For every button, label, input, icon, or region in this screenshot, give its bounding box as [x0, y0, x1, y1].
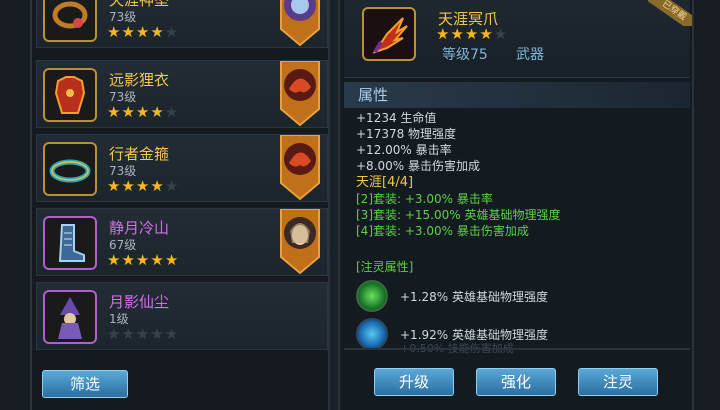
- star-icon: ★: [135, 251, 150, 269]
- attribute-line: +8.00% 暴击伤害加成: [356, 159, 480, 173]
- upgrade-button[interactable]: 升级: [374, 368, 454, 396]
- star-icon: ★: [121, 251, 135, 269]
- infuse-section-title: [注灵属性]: [356, 260, 414, 274]
- star-icon: ★: [107, 23, 121, 41]
- circlet-icon: [43, 142, 97, 196]
- star-empty-icon: ★: [150, 325, 164, 343]
- item-name: 静月冷山: [109, 219, 170, 237]
- star-icon: ★: [464, 25, 479, 43]
- star-icon: ★: [150, 251, 164, 269]
- set-bonus-line: [3]套装: +15.00% 英雄基础物理强度: [356, 208, 561, 222]
- attribute-line: +1234 生命值: [356, 111, 437, 125]
- item-stars: ★ ★ ★ ★ ★: [107, 104, 178, 120]
- equipment-type: 武器: [516, 47, 544, 63]
- filter-button[interactable]: 筛选: [42, 370, 128, 398]
- star-icon: ★: [107, 177, 121, 195]
- equipment-detail-panel: 天涯冥爪 ★ ★ ★ ★ ★ 等级75 武器 已穿戴 属性 +1234 生命值 +173…: [338, 0, 694, 410]
- star-icon: ★: [107, 251, 121, 269]
- star-icon: ★: [479, 25, 493, 43]
- equipped-ribbon: 已穿戴: [648, 0, 692, 26]
- red-beast-badge: [277, 134, 323, 201]
- star-icon: ★: [164, 251, 179, 269]
- purple-orb-badge: [277, 0, 323, 47]
- star-empty-icon: ★: [493, 25, 508, 43]
- star-icon: ★: [121, 177, 135, 195]
- star-empty-icon: ★: [164, 103, 179, 121]
- star-icon: ★: [107, 103, 121, 121]
- inventory-item[interactable]: 天涯神坠 73级 ★ ★ ★ ★ ★: [36, 0, 328, 48]
- inventory-item[interactable]: 静月冷山 67级 ★ ★ ★ ★ ★: [36, 208, 328, 276]
- equipment-level: 等级75: [442, 47, 488, 63]
- item-name: 远影狸衣: [109, 71, 170, 89]
- item-stars: ★ ★ ★ ★ ★: [107, 252, 178, 268]
- equipped-ribbon-label: 已穿戴: [648, 0, 692, 26]
- star-icon: ★: [121, 103, 135, 121]
- star-icon: ★: [135, 103, 150, 121]
- inventory-item[interactable]: 远影狸衣 73级 ★ ★ ★ ★ ★: [36, 60, 328, 128]
- boots-icon: [43, 216, 97, 270]
- star-icon: ★: [436, 25, 450, 43]
- infuse-button[interactable]: 注灵: [578, 368, 658, 396]
- item-stars: ★ ★ ★ ★ ★: [107, 326, 178, 342]
- star-empty-icon: ★: [164, 325, 179, 343]
- hero-portrait-badge: [277, 208, 323, 275]
- star-empty-icon: ★: [121, 325, 135, 343]
- star-icon: ★: [450, 25, 464, 43]
- item-stars: ★ ★ ★ ★ ★: [107, 178, 178, 194]
- star-icon: ★: [150, 177, 164, 195]
- equipment-stars: ★ ★ ★ ★ ★: [436, 26, 507, 42]
- set-bonus-line: [2]套装: +3.00% 暴击率: [356, 192, 493, 206]
- star-icon: ★: [121, 23, 135, 41]
- claw-weapon-icon: [362, 7, 416, 61]
- green-swirl-icon: [356, 280, 388, 312]
- infusion-text: +1.28% 英雄基础物理强度: [400, 290, 548, 304]
- star-empty-icon: ★: [164, 23, 179, 41]
- blue-swirl-icon: [356, 318, 388, 350]
- item-stars: ★ ★ ★ ★ ★: [107, 24, 178, 40]
- attributes-section-title: 属性: [344, 82, 690, 108]
- necklace-icon: [43, 0, 97, 42]
- inventory-item[interactable]: 行者金箍 73级 ★ ★ ★ ★ ★: [36, 134, 328, 202]
- game-screen: 天涯神坠 73级 ★ ★ ★ ★ ★ 远影狸衣 73级 ★ ★ ★ ★ ★ 行者…: [0, 0, 720, 410]
- armor-icon: [43, 68, 97, 122]
- star-icon: ★: [135, 177, 150, 195]
- star-icon: ★: [150, 103, 164, 121]
- red-beast-badge: [277, 60, 323, 127]
- attribute-line: +17378 物理强度: [356, 127, 457, 141]
- set-title: 天涯[4/4]: [356, 175, 414, 190]
- star-empty-icon: ★: [135, 325, 150, 343]
- divider: [344, 348, 690, 350]
- star-empty-icon: ★: [107, 325, 121, 343]
- inventory-item[interactable]: 月影仙尘 1级 ★ ★ ★ ★ ★: [36, 282, 328, 350]
- star-icon: ★: [150, 23, 164, 41]
- set-bonus-line: [4]套装: +3.00% 暴击伤害加成: [356, 224, 529, 238]
- attributes-list[interactable]: +1234 生命值 +17378 物理强度 +12.00% 暴击率 +8.00%…: [356, 110, 686, 239]
- item-name: 行者金箍: [109, 145, 170, 163]
- enhance-button[interactable]: 强化: [476, 368, 556, 396]
- attribute-line: +12.00% 暴击率: [356, 143, 452, 157]
- inventory-list[interactable]: 天涯神坠 73级 ★ ★ ★ ★ ★ 远影狸衣 73级 ★ ★ ★ ★ ★ 行者…: [30, 0, 330, 410]
- infusion-row: +1.28% 英雄基础物理强度: [356, 280, 676, 314]
- star-icon: ★: [135, 23, 150, 41]
- wizard-icon: [43, 290, 97, 344]
- detail-header: 天涯冥爪 ★ ★ ★ ★ ★ 等级75 武器 已穿戴: [344, 0, 692, 78]
- item-name: 月影仙尘: [109, 293, 170, 311]
- star-empty-icon: ★: [164, 177, 179, 195]
